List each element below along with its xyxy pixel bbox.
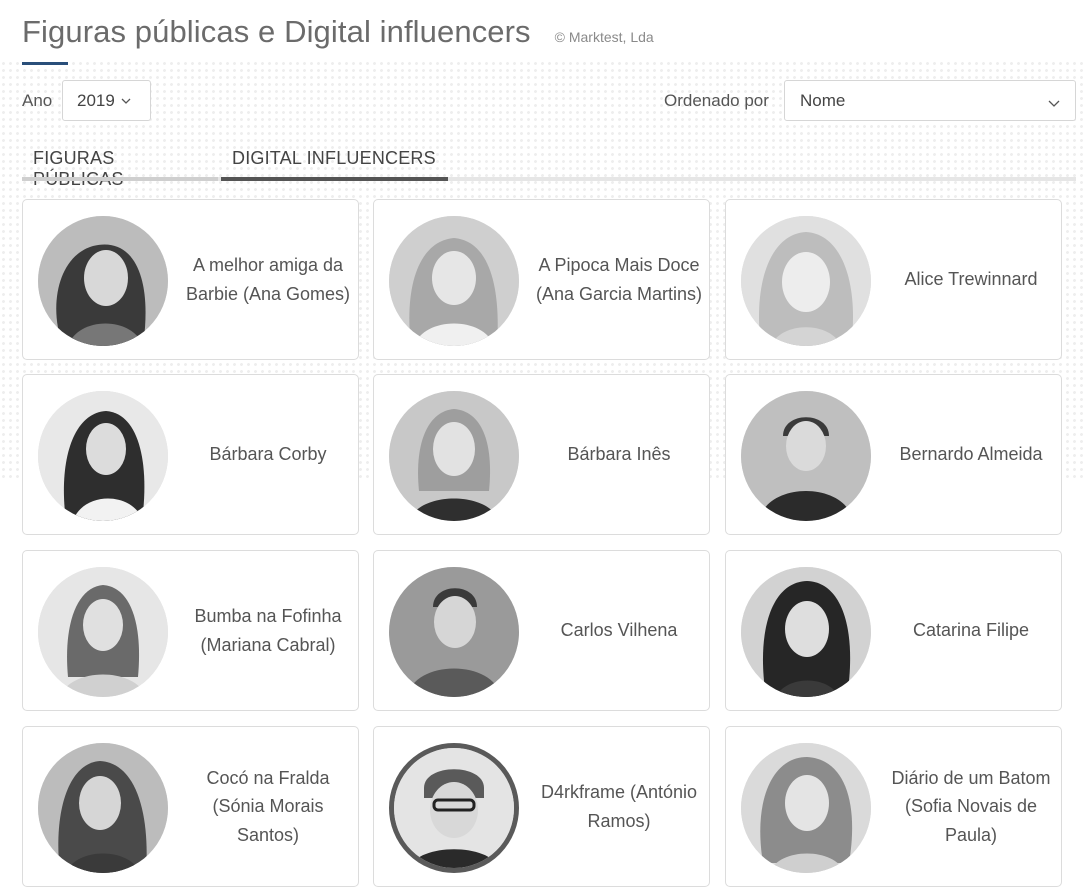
influencer-name: Bárbara Corby <box>209 444 327 465</box>
tab-indicator-active <box>221 177 448 181</box>
influencer-name: Cocó na Fralda (Sónia Morais Santos) <box>206 767 330 845</box>
influencer-name: Carlos Vilhena <box>560 620 678 641</box>
influencer-name: D4rkframe (António Ramos) <box>540 782 698 831</box>
chevron-down-icon <box>1048 95 1060 113</box>
tab-label: DIGITAL INFLUENCERS <box>232 148 436 168</box>
influencer-card[interactable]: Cocó na Fralda (Sónia Morais Santos) <box>22 726 359 887</box>
influencer-name: Bárbara Inês <box>567 444 671 465</box>
influencer-card[interactable]: Bárbara Inês <box>373 374 710 535</box>
profile-photo <box>38 567 168 697</box>
profile-photo <box>38 743 168 873</box>
influencer-card[interactable]: Diário de um Batom (Sofia Novais de Paul… <box>725 726 1062 887</box>
tab-label: FIGURAS PÚBLICAS <box>33 148 123 189</box>
order-select-value: Nome <box>800 90 846 110</box>
influencer-card[interactable]: D4rkframe (António Ramos) <box>373 726 710 887</box>
influencer-name: Catarina Filipe <box>912 620 1030 641</box>
tab-digital-influencers[interactable]: DIGITAL INFLUENCERS <box>221 148 448 181</box>
influencer-card[interactable]: Bumba na Fofinha (Mariana Cabral) <box>22 550 359 711</box>
chevron-down-icon <box>121 92 131 110</box>
influencer-card[interactable]: A Pipoca Mais Doce (Ana Garcia Martins) <box>373 199 710 360</box>
influencer-card[interactable]: Carlos Vilhena <box>373 550 710 711</box>
profile-photo <box>741 216 871 346</box>
influencer-card[interactable]: Alice Trewinnard <box>725 199 1062 360</box>
profile-photo <box>389 743 519 873</box>
influencer-name: Alice Trewinnard <box>904 269 1038 290</box>
title-underline <box>22 62 68 65</box>
influencer-card[interactable]: Bárbara Corby <box>22 374 359 535</box>
year-select[interactable]: 2019 <box>62 80 151 121</box>
tab-figuras-publicas[interactable]: FIGURAS PÚBLICAS <box>22 148 218 189</box>
page-header: Figuras públicas e Digital influencers ©… <box>22 14 654 50</box>
influencer-name: Bumba na Fofinha (Mariana Cabral) <box>194 606 342 655</box>
profile-photo <box>389 391 519 521</box>
influencer-card[interactable]: Catarina Filipe <box>725 550 1062 711</box>
order-label: Ordenado por <box>664 91 769 110</box>
profile-photo <box>741 743 871 873</box>
influencer-card[interactable]: Bernardo Almeida <box>725 374 1062 535</box>
copyright-notice: © Marktest, Lda <box>554 29 654 45</box>
influencer-name: A melhor amiga da Barbie (Ana Gomes) <box>185 255 351 304</box>
order-select[interactable]: Nome <box>784 80 1076 121</box>
tab-indicator <box>22 177 218 181</box>
profile-photo <box>741 391 871 521</box>
influencer-card[interactable]: A melhor amiga da Barbie (Ana Gomes) <box>22 199 359 360</box>
influencer-name: Bernardo Almeida <box>899 444 1043 465</box>
profile-photo <box>389 567 519 697</box>
profile-photo <box>38 391 168 521</box>
profile-photo <box>38 216 168 346</box>
influencer-name: A Pipoca Mais Doce (Ana Garcia Martins) <box>535 255 703 304</box>
year-select-value: 2019 <box>77 90 115 110</box>
influencer-name: Diário de um Batom (Sofia Novais de Paul… <box>891 767 1051 845</box>
year-label: Ano <box>22 91 53 110</box>
profile-photo <box>389 216 519 346</box>
page-title: Figuras públicas e Digital influencers <box>22 14 531 49</box>
profile-photo <box>741 567 871 697</box>
